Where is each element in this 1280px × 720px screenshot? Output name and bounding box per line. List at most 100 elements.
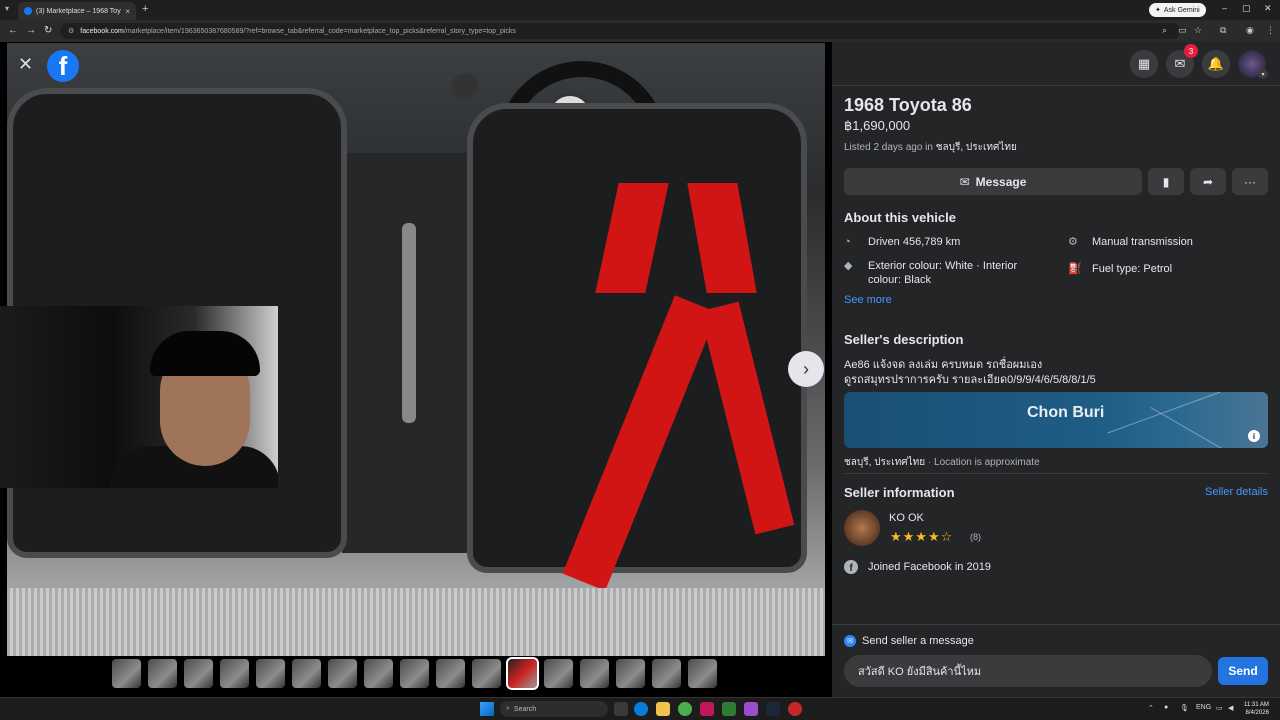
seller-description-heading: Seller's description <box>844 332 964 347</box>
xbox-icon[interactable] <box>722 702 736 716</box>
tray-chevron-up-icon[interactable]: ⌃ <box>1148 704 1154 712</box>
extensions-icon[interactable]: ⧉ <box>1220 25 1226 36</box>
clock-date: 8/4/2026 <box>1245 710 1269 716</box>
notifications-bell-icon[interactable]: 🔔 <box>1202 50 1230 78</box>
url-field[interactable]: ⚙ facebook.com/marketplace/item/19636503… <box>60 23 1180 39</box>
messenger-bolt-icon: ✉ <box>844 635 856 647</box>
photo-thumbnail[interactable] <box>616 659 645 688</box>
photo-thumbnail[interactable] <box>580 659 609 688</box>
listing-details-panel: ▦ ✉ 3 🔔 ▾ 1968 Toyota 86 ฿1,690,000 List… <box>832 42 1280 697</box>
maximize-button[interactable]: ▢ <box>1242 3 1251 14</box>
volume-icon[interactable]: ◀ <box>1228 704 1233 712</box>
see-more-link[interactable]: See more <box>844 294 892 306</box>
photo-thumbnail[interactable] <box>472 659 501 688</box>
spec-colour-line2: colour: Black <box>868 274 931 286</box>
message-input[interactable] <box>844 655 1212 687</box>
location-note: · Location is approximate <box>925 457 1040 468</box>
ask-gemini-label: Ask Gemini <box>1163 6 1200 14</box>
edge-icon[interactable] <box>634 702 648 716</box>
section-divider <box>844 473 1268 474</box>
spec-colour: ◆ Exterior colour: White · Interior colou… <box>844 259 1017 287</box>
window-close-button[interactable]: ✕ <box>1264 3 1272 14</box>
rating-count[interactable]: (8) <box>970 532 981 542</box>
steam-icon[interactable] <box>766 702 780 716</box>
facebook-logo-letter: f <box>58 51 68 81</box>
seller-name[interactable]: KO OK <box>889 512 924 524</box>
spec-transmission-text: Manual transmission <box>1092 236 1193 248</box>
tray-app-icon[interactable]: ● <box>1164 704 1168 711</box>
seller-info-heading: Seller information <box>844 485 955 500</box>
forward-arrow-icon[interactable]: → <box>26 25 36 36</box>
record-app-icon[interactable] <box>788 702 802 716</box>
minimize-button[interactable]: – <box>1222 3 1227 13</box>
photo-thumbnail[interactable] <box>544 659 573 688</box>
photo-thumbnail[interactable] <box>292 659 321 688</box>
back-arrow-icon[interactable]: ← <box>8 25 18 36</box>
photo-thumbnail[interactable] <box>112 659 141 688</box>
taskbar-search[interactable]: ⌕ Search <box>500 701 608 717</box>
new-tab-button[interactable]: + <box>142 3 148 15</box>
rear-seat <box>7 588 825 656</box>
microphone-icon[interactable]: 🎙 <box>1180 704 1189 712</box>
network-icon[interactable]: ▭ <box>1216 704 1223 712</box>
listed-location-link[interactable]: ชลบุรี, ประเทศไทย <box>936 142 1017 153</box>
gemini-sparkle-icon: ✦ <box>1155 7 1161 14</box>
spec-colour-line1: Exterior colour: White · Interior <box>868 260 1018 272</box>
next-photo-button[interactable]: › <box>788 351 824 387</box>
bookmark-star-icon[interactable]: ☆ <box>1194 25 1202 36</box>
system-clock[interactable]: 11:31 AM 8/4/2026 <box>1244 701 1269 717</box>
facebook-circle-icon: f <box>844 560 858 574</box>
photo-thumbnail[interactable] <box>652 659 681 688</box>
photo-thumbnail[interactable] <box>506 657 539 690</box>
account-chevron-down-icon[interactable]: ▾ <box>1258 69 1268 79</box>
photo-thumbnail[interactable] <box>436 659 465 688</box>
zoom-icon[interactable]: ⌕ <box>1162 25 1167 36</box>
capture-app-icon[interactable] <box>744 702 758 716</box>
listing-price: ฿1,690,000 <box>844 118 911 133</box>
photo-thumbnail[interactable] <box>688 659 717 688</box>
ask-gemini-button[interactable]: ✦ Ask Gemini <box>1149 3 1206 17</box>
windows-start-icon[interactable] <box>480 702 494 716</box>
app-icon[interactable] <box>700 702 714 716</box>
cast-icon[interactable]: ▭ <box>1178 25 1187 36</box>
more-options-button[interactable]: ··· <box>1232 168 1268 195</box>
profile-icon[interactable]: ◉ <box>1246 25 1254 36</box>
browser-tab[interactable]: (3) Marketplace – 1968 Toyota × <box>18 2 136 20</box>
file-explorer-icon[interactable] <box>656 702 670 716</box>
listed-info: Listed 2 days ago in ชลบุรี, ประเทศไทย <box>844 140 1017 155</box>
reload-icon[interactable]: ↻ <box>44 25 52 36</box>
photo-thumbnail[interactable] <box>328 659 357 688</box>
photo-thumbnail[interactable] <box>364 659 393 688</box>
photo-thumbnail[interactable] <box>184 659 213 688</box>
site-info-icon[interactable]: ⚙ <box>68 27 74 35</box>
seller-avatar[interactable] <box>844 510 880 546</box>
language-indicator[interactable]: ENG <box>1196 704 1211 711</box>
listing-title: 1968 Toyota 86 <box>844 95 972 115</box>
seller-details-link[interactable]: Seller details <box>1205 486 1268 498</box>
tab-search-icon[interactable]: ▾ <box>5 4 9 13</box>
browser-menu-icon[interactable]: ⋮ <box>1266 25 1275 36</box>
message-button-label: Message <box>975 174 1027 189</box>
save-bookmark-button[interactable]: ▮ <box>1148 168 1184 195</box>
photo-thumbnail[interactable] <box>400 659 429 688</box>
map-info-icon[interactable]: i <box>1248 430 1260 442</box>
gear-shifter <box>402 223 416 423</box>
photo-thumbnail[interactable] <box>220 659 249 688</box>
spec-fuel: ⛽ Fuel type: Petrol <box>1068 262 1172 276</box>
close-viewer-icon[interactable]: ✕ <box>18 54 33 75</box>
tab-close-icon[interactable]: × <box>125 7 130 16</box>
photo-thumbnail[interactable] <box>256 659 285 688</box>
chrome-icon[interactable] <box>678 702 692 716</box>
photo-thumbnail[interactable] <box>148 659 177 688</box>
facebook-logo-icon[interactable]: f <box>47 50 79 82</box>
seller-description-text: Ae86 แจ้งจด ลงเล่ม ครบหมด รถชื่อผมเอง ดู… <box>844 358 1096 388</box>
star-empty-icon: ☆ <box>940 529 954 544</box>
location-caption: ชลบุรี, ประเทศไทย · Location is approxim… <box>844 455 1040 470</box>
send-button[interactable]: Send <box>1218 657 1268 685</box>
message-button[interactable]: ✉ Message <box>844 168 1142 195</box>
task-view-icon[interactable] <box>614 702 628 716</box>
location-map[interactable]: Chon Buri i <box>844 392 1268 448</box>
share-button[interactable]: ➦ <box>1190 168 1226 195</box>
menu-grid-icon[interactable]: ▦ <box>1130 50 1158 78</box>
facebook-favicon-icon <box>24 7 32 15</box>
